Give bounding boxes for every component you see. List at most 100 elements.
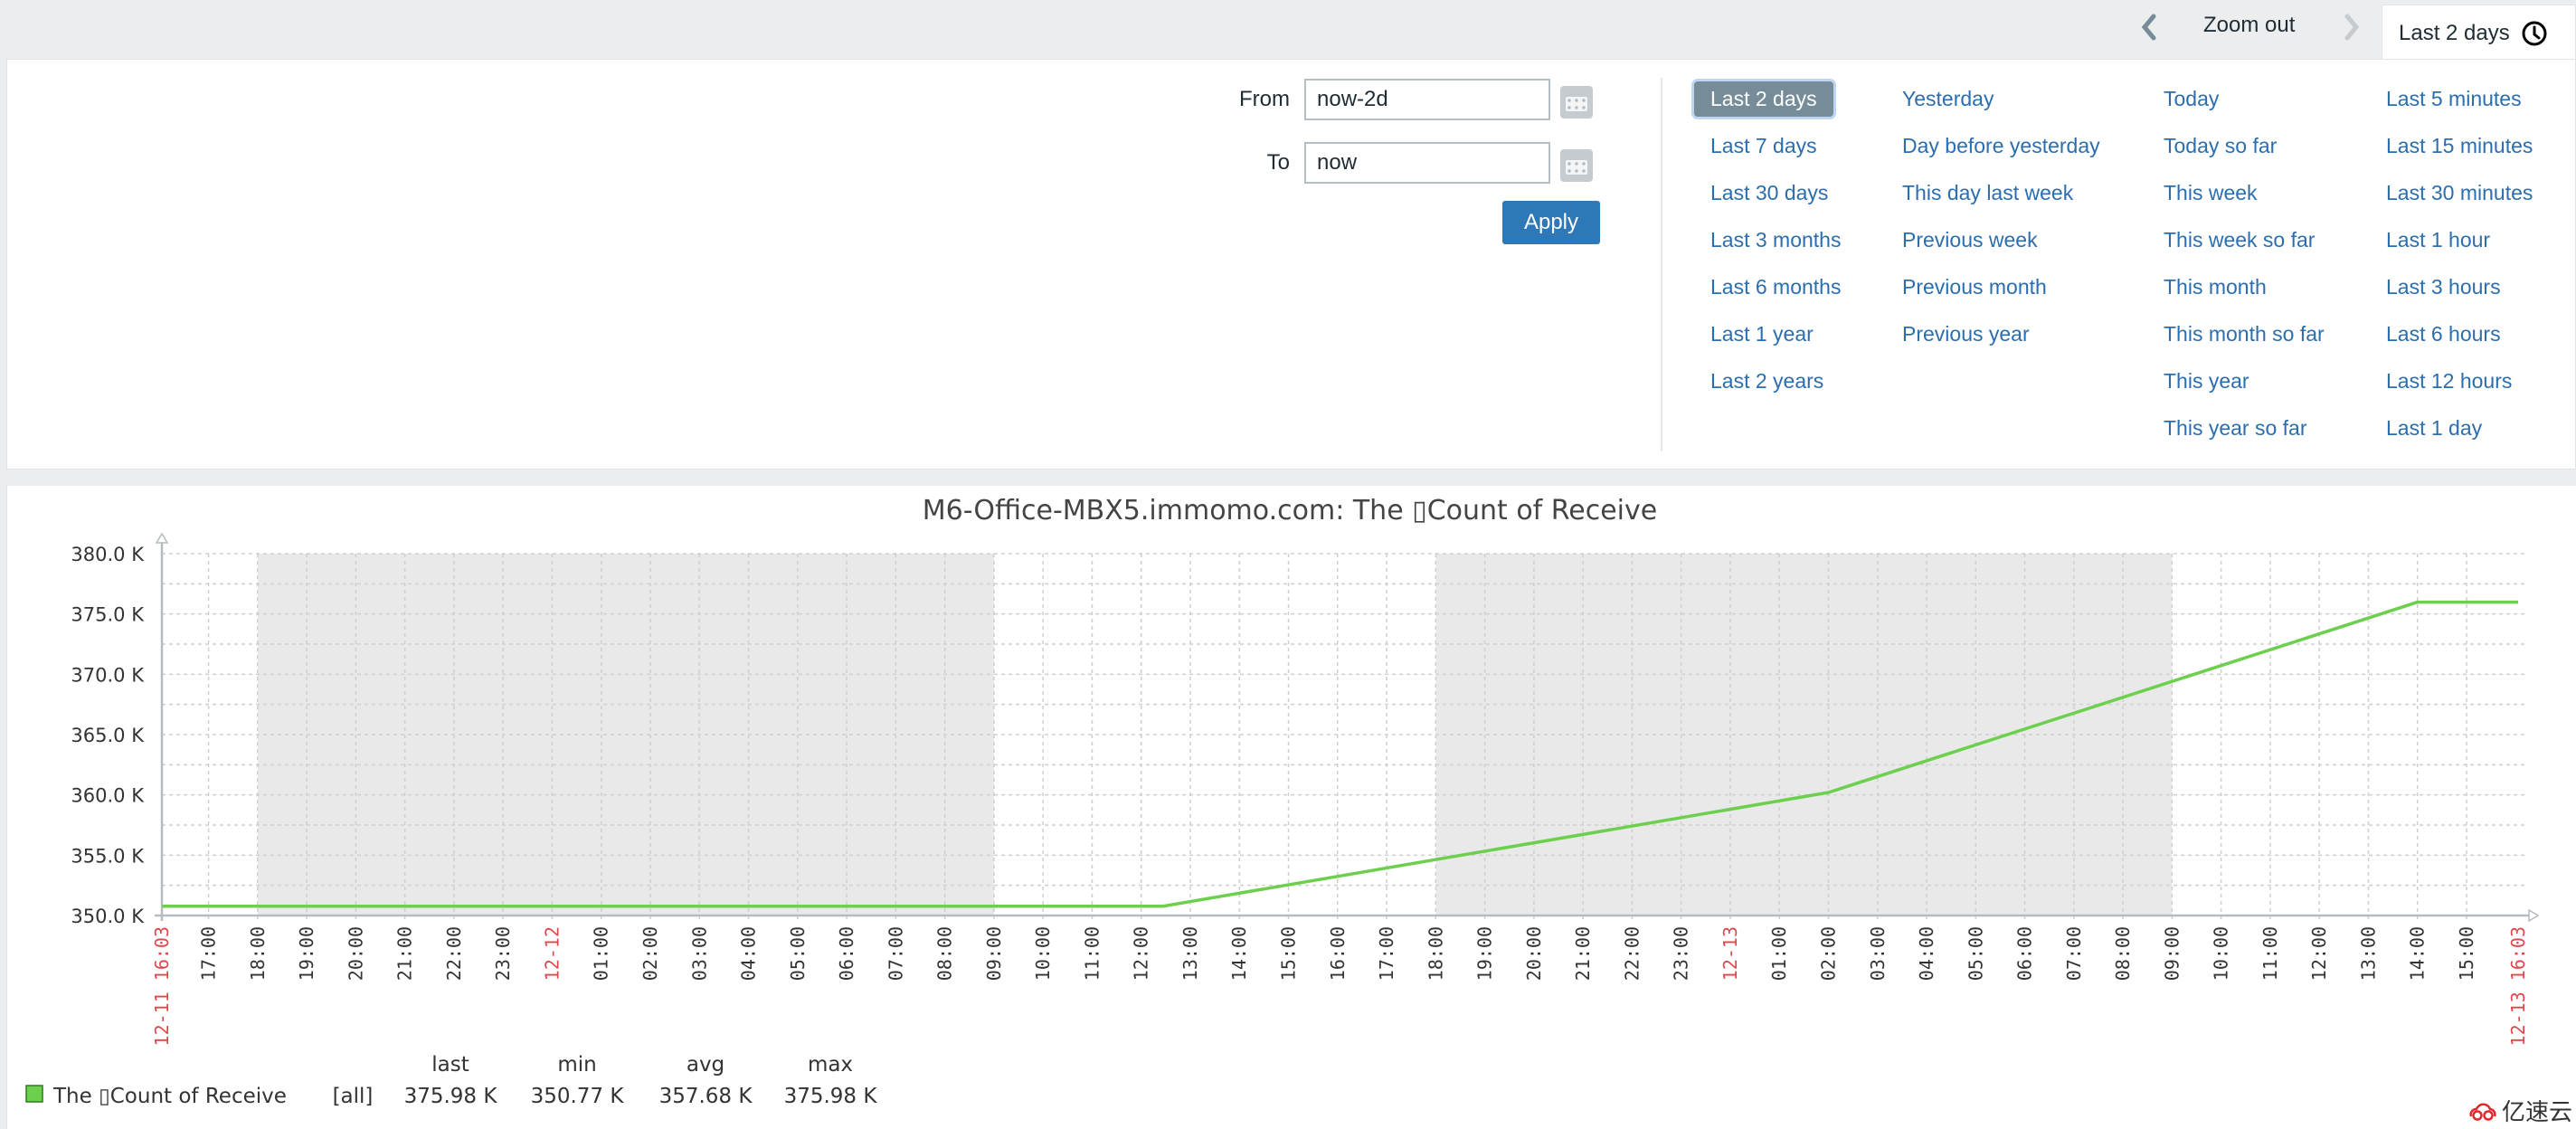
quick-range-yesterday[interactable]: Yesterday [1902, 87, 1994, 111]
quick-range-last-15-minutes[interactable]: Last 15 minutes [2386, 134, 2533, 158]
time-tab-bar: Zoom out Last 2 days [0, 0, 2576, 61]
y-tick-label: 365.0 K [71, 725, 145, 746]
x-tick-label: 02:00 [1817, 926, 1839, 981]
time-filter-panel: From To Apply Last 2 days Last 7 days Last… [6, 59, 2576, 470]
quick-range-last-30-minutes[interactable]: Last 30 minutes [2386, 181, 2533, 205]
quick-range-last-6-months[interactable]: Last 6 months [1710, 275, 1841, 299]
from-calendar-button[interactable] [1560, 86, 1593, 119]
quick-range-this-week-so-far[interactable]: This week so far [2164, 228, 2315, 252]
x-tick-label: 01:00 [1768, 926, 1790, 981]
quick-range-last-2-days[interactable]: Last 2 days [1694, 81, 1833, 117]
x-tick-label: 15:00 [1278, 926, 1300, 981]
calendar-icon [1566, 160, 1587, 175]
previous-period-button[interactable] [2133, 7, 2165, 47]
x-tick-label: 12:00 [2308, 926, 2330, 981]
y-tick-label: 360.0 K [71, 785, 145, 807]
x-tick-label: 12:00 [1131, 926, 1152, 981]
legend-value-max: 375.98 K [784, 1085, 878, 1108]
x-tick-label: 16:00 [1327, 926, 1349, 981]
x-tick-label: 03:00 [688, 926, 710, 981]
graph[interactable]: M6-Office-MBX5.immomo.com: The ▯Count of… [7, 486, 2576, 1129]
legend-header: min [557, 1053, 596, 1077]
quick-range-this-week[interactable]: This week [2164, 181, 2258, 205]
x-tick-label: 19:00 [1474, 926, 1496, 981]
x-tick-label: 23:00 [492, 926, 514, 981]
quick-range-last-1-hour[interactable]: Last 1 hour [2386, 228, 2490, 252]
x-tick-label: 22:00 [1621, 926, 1643, 981]
legend-value-min: 350.77 K [531, 1085, 625, 1108]
quick-range-this-year-so-far[interactable]: This year so far [2164, 416, 2307, 441]
quick-range-day-before-yesterday[interactable]: Day before yesterday [1902, 134, 2100, 158]
x-axis-arrow-icon [2528, 908, 2540, 923]
from-label: From [1239, 87, 1290, 111]
y-tick-label: 380.0 K [71, 544, 145, 565]
x-tick-label: 21:00 [1572, 926, 1594, 981]
x-tick-label: 18:00 [247, 926, 269, 981]
quick-range-last-1-year[interactable]: Last 1 year [1710, 322, 1814, 346]
x-tick-label: 14:00 [1228, 926, 1250, 981]
quick-range-last-7-days[interactable]: Last 7 days [1710, 134, 1817, 158]
quick-range-last-1-day[interactable]: Last 1 day [2386, 416, 2482, 441]
x-tick-label: 22:00 [443, 926, 465, 981]
x-range-label: 12-13 16:03 [2507, 926, 2529, 1046]
x-tick-label: 07:00 [885, 926, 906, 981]
apply-button[interactable]: Apply [1502, 201, 1600, 244]
quick-range-this-month-so-far[interactable]: This month so far [2164, 322, 2325, 346]
y-tick-label: 370.0 K [71, 664, 145, 686]
x-tick-label: 11:00 [1081, 926, 1103, 981]
quick-range-previous-year[interactable]: Previous year [1902, 322, 2030, 346]
x-tick-label: 10:00 [2211, 926, 2232, 981]
x-tick-label: 18:00 [1425, 926, 1446, 981]
quick-range-previous-week[interactable]: Previous week [1902, 228, 2038, 252]
quick-range-this-year[interactable]: This year [2164, 369, 2249, 394]
x-tick-label: 05:00 [787, 926, 809, 981]
cloud-logo-icon [2469, 1103, 2496, 1121]
x-tick-label: 08:00 [2112, 926, 2134, 981]
zoom-out-button[interactable]: Zoom out [2203, 13, 2295, 38]
quick-range-last-3-months[interactable]: Last 3 months [1710, 228, 1841, 252]
quick-range-last-3-hours[interactable]: Last 3 hours [2386, 275, 2501, 299]
quick-range-last-5-minutes[interactable]: Last 5 minutes [2386, 87, 2522, 111]
quick-range-today[interactable]: Today [2164, 87, 2219, 111]
x-tick-label: 07:00 [2063, 926, 2085, 981]
quick-range-this-month[interactable]: This month [2164, 275, 2267, 299]
legend-header: avg [687, 1053, 724, 1077]
quick-range-today-so-far[interactable]: Today so far [2164, 134, 2277, 158]
x-tick-label: 05:00 [1965, 926, 1986, 981]
legend-header: last [431, 1053, 469, 1077]
x-tick-label: 11:00 [2259, 926, 2281, 981]
quick-range-last-12-hours[interactable]: Last 12 hours [2386, 369, 2512, 394]
quick-range-previous-month[interactable]: Previous month [1902, 275, 2047, 299]
to-label: To [1266, 150, 1290, 175]
clock-icon [2522, 21, 2547, 45]
quick-range-this-day-last-week[interactable]: This day last week [1902, 181, 2073, 205]
x-tick-label: 09:00 [983, 926, 1005, 981]
x-tick-label: 09:00 [2161, 926, 2183, 981]
chevron-right-icon [2344, 14, 2360, 41]
legend-value-avg: 357.68 K [659, 1085, 753, 1108]
calendar-icon [1566, 97, 1587, 111]
legend-header: max [808, 1053, 853, 1077]
x-tick-label: 12-12 [541, 926, 563, 981]
quick-range-last-30-days[interactable]: Last 30 days [1710, 181, 1828, 205]
x-tick-label: 03:00 [1867, 926, 1889, 981]
watermark: 亿速云 [2467, 1094, 2572, 1127]
time-filter-tab[interactable]: Last 2 days [2382, 5, 2576, 61]
chart-title: M6-Office-MBX5.immomo.com: The ▯Count of… [923, 495, 1657, 527]
x-tick-label: 17:00 [198, 926, 220, 981]
x-tick-label: 23:00 [1671, 926, 1692, 981]
quick-range-last-6-hours[interactable]: Last 6 hours [2386, 322, 2501, 346]
y-tick-label: 350.0 K [71, 906, 145, 927]
x-tick-label: 13:00 [1179, 926, 1201, 981]
x-range-label: 12-11 16:03 [151, 926, 173, 1046]
x-tick-label: 06:00 [836, 926, 857, 981]
to-calendar-button[interactable] [1560, 149, 1593, 182]
next-period-button[interactable] [2335, 7, 2368, 47]
x-tick-label: 08:00 [934, 926, 956, 981]
to-input[interactable] [1304, 142, 1550, 184]
from-input[interactable] [1304, 79, 1550, 120]
legend-swatch [25, 1085, 43, 1103]
legend-series-name: The ▯Count of Receive [52, 1085, 287, 1108]
x-tick-label: 01:00 [591, 926, 612, 981]
quick-range-last-2-years[interactable]: Last 2 years [1710, 369, 1823, 394]
